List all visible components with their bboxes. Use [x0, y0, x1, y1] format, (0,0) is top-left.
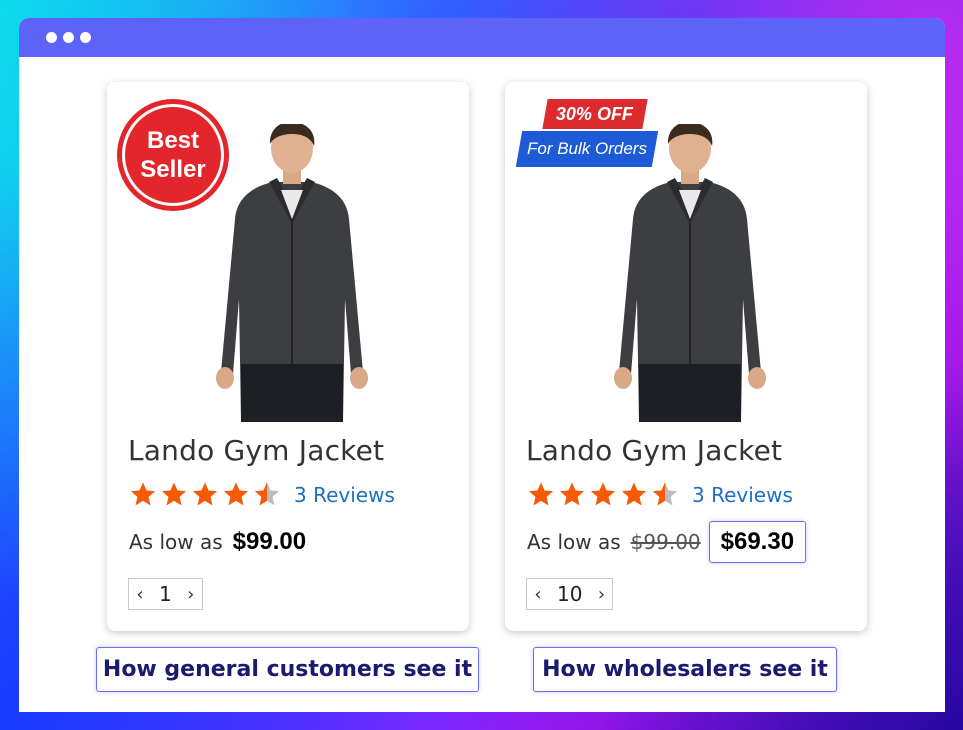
caption-wholesalers: How wholesalers see it: [533, 647, 837, 692]
window-dot-icon: [46, 32, 57, 43]
star-full-icon: [559, 482, 585, 506]
star-full-icon: [223, 482, 249, 506]
chevron-right-icon[interactable]: ›: [186, 584, 196, 605]
chevron-left-icon[interactable]: ‹: [135, 584, 145, 605]
bulk-orders-label: For Bulk Orders: [527, 139, 647, 158]
jacket-photo-icon[interactable]: [605, 124, 775, 422]
browser-window: Best Seller Lando Gym Jacket 3 Reviews A…: [19, 18, 945, 712]
star-half-icon: [652, 482, 678, 506]
star-full-icon: [590, 482, 616, 506]
window-dot-icon: [63, 32, 74, 43]
caption-general-customers: How general customers see it: [96, 647, 479, 692]
star-full-icon: [528, 482, 554, 506]
star-full-icon: [192, 482, 218, 506]
bulk-orders-badge: For Bulk Orders: [515, 131, 659, 167]
discounted-price: $69.30: [708, 521, 807, 563]
quantity-stepper[interactable]: ‹ 1 ›: [128, 578, 203, 610]
best-seller-label: Best Seller: [140, 127, 206, 183]
rating-row: 3 Reviews: [128, 480, 395, 509]
quantity-value[interactable]: 10: [557, 582, 582, 606]
discount-label: 30% OFF: [556, 103, 634, 124]
quantity-stepper[interactable]: ‹ 10 ›: [526, 578, 614, 610]
product-card-general[interactable]: Best Seller Lando Gym Jacket 3 Reviews A…: [107, 82, 469, 631]
chevron-right-icon[interactable]: ›: [596, 584, 606, 605]
quantity-value[interactable]: 1: [159, 582, 172, 606]
reviews-link[interactable]: 3 Reviews: [294, 483, 395, 507]
star-full-icon: [161, 482, 187, 506]
price-prefix: As low as: [129, 530, 223, 554]
star-full-icon: [621, 482, 647, 506]
star-rating: [128, 480, 282, 509]
price-row: As low as $99.00: [129, 526, 306, 558]
product-name[interactable]: Lando Gym Jacket: [526, 434, 782, 467]
price-prefix: As low as: [527, 530, 621, 554]
chevron-left-icon[interactable]: ‹: [533, 584, 543, 605]
window-dot-icon: [80, 32, 91, 43]
window-titlebar: [19, 18, 945, 57]
star-rating: [526, 480, 680, 509]
jacket-photo-icon[interactable]: [207, 124, 377, 422]
price-value: $99.00: [232, 528, 307, 555]
star-half-icon: [254, 482, 280, 506]
star-full-icon: [130, 482, 156, 506]
rating-row: 3 Reviews: [526, 480, 793, 509]
discount-badge: 30% OFF: [542, 99, 648, 129]
original-price: $99.00: [630, 530, 701, 554]
product-name[interactable]: Lando Gym Jacket: [128, 434, 384, 467]
best-seller-badge: Best Seller: [117, 99, 229, 211]
price-row: As low as $99.00 $69.30: [527, 521, 807, 563]
product-card-wholesale[interactable]: 30% OFF For Bulk Orders Lando Gym Jacket…: [505, 82, 867, 631]
reviews-link[interactable]: 3 Reviews: [692, 483, 793, 507]
